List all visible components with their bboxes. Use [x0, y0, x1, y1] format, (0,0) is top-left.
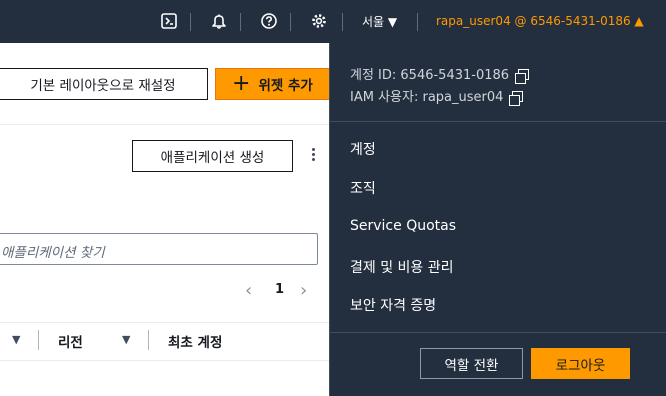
more-actions-kebab-icon[interactable] — [306, 146, 320, 166]
divider — [0, 124, 330, 125]
notifications-bell-icon[interactable] — [209, 11, 229, 31]
cloudshell-icon[interactable] — [159, 11, 179, 31]
account-dropdown-menu: 계정 ID: 6546-5431-0186 IAM 사용자: rapa_user… — [329, 43, 666, 396]
menu-item-security-credentials[interactable]: 보안 자격 증명 — [350, 295, 436, 315]
menu-item-account[interactable]: 계정 — [350, 139, 376, 159]
reset-layout-button[interactable]: 기본 레이아웃으로 재설정 — [0, 68, 208, 100]
sort-caret-icon[interactable]: ▼ — [122, 333, 130, 346]
region-selector[interactable]: 서울 ▼ — [362, 13, 397, 30]
help-icon[interactable] — [259, 11, 279, 31]
iam-user-text: IAM 사용자: rapa_user04 — [350, 90, 504, 105]
copy-iam-user-icon[interactable] — [509, 91, 524, 106]
create-application-button[interactable]: 애플리케이션 생성 — [132, 140, 293, 172]
divider — [240, 13, 241, 31]
divider — [190, 13, 191, 31]
previous-page-chevron-icon[interactable]: ‹ — [245, 280, 252, 301]
account-id-text: 계정 ID: 6546-5431-0186 — [350, 68, 510, 83]
divider — [417, 13, 418, 31]
account-menu-toggle[interactable]: rapa_user04 @ 6546-5431-0186 ▲ — [436, 14, 644, 28]
divider — [290, 13, 291, 31]
next-page-chevron-icon[interactable]: › — [300, 280, 307, 301]
switch-role-button[interactable]: 역할 전환 — [420, 348, 523, 379]
divider — [0, 360, 330, 361]
add-widget-label: 위젯 추가 — [258, 78, 313, 94]
sign-out-button[interactable]: 로그아웃 — [531, 348, 630, 379]
application-search-input[interactable]: 애플리케이션 찾기 — [0, 233, 318, 265]
menu-item-organizations[interactable]: 조직 — [350, 178, 376, 198]
column-header-first-account[interactable]: 최초 계정 — [168, 331, 222, 351]
divider — [330, 121, 666, 122]
copy-account-id-icon[interactable] — [515, 69, 530, 84]
divider — [330, 332, 666, 333]
plus-icon: + — [232, 71, 251, 96]
sort-caret-icon[interactable]: ▼ — [12, 333, 20, 346]
settings-gear-icon[interactable] — [309, 11, 329, 31]
menu-item-billing[interactable]: 결제 및 비용 관리 — [350, 257, 454, 277]
table-header-row: ▼ 리전 ▼ 최초 계정 — [0, 326, 330, 356]
column-divider — [148, 330, 149, 350]
divider — [0, 322, 330, 323]
divider — [342, 13, 343, 31]
top-navigation-bar: 서울 ▼ rapa_user04 @ 6546-5431-0186 ▲ — [0, 0, 666, 43]
current-page-number[interactable]: 1 — [275, 282, 284, 297]
menu-item-service-quotas[interactable]: Service Quotas — [350, 218, 456, 234]
column-header-region[interactable]: 리전 — [58, 331, 83, 351]
column-divider — [38, 330, 39, 350]
account-info: 계정 ID: 6546-5431-0186 IAM 사용자: rapa_user… — [350, 65, 530, 109]
add-widget-button[interactable]: + 위젯 추가 — [215, 68, 335, 100]
